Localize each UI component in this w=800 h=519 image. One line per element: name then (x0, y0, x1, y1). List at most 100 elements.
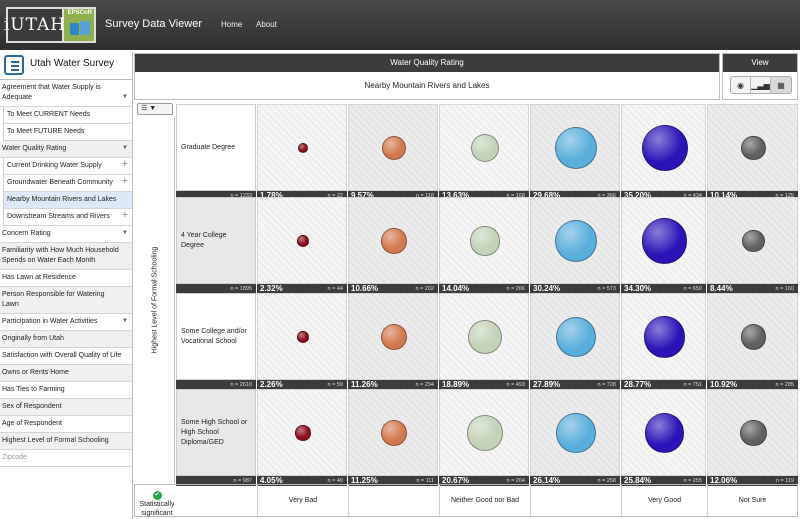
response-bubble[interactable] (740, 419, 767, 447)
expand-plus-icon[interactable]: + (122, 159, 128, 170)
check-icon: ✔ (152, 491, 162, 500)
sidebar-header: Utah Water Survey (0, 52, 132, 80)
response-bubble[interactable] (297, 331, 309, 343)
sidebar-item[interactable]: Groundwater Beneath Community + (3, 175, 132, 192)
sidebar-item[interactable]: Has Ties to Farming (0, 382, 132, 399)
bubble-cell[interactable] (621, 389, 706, 476)
chevron-down-icon[interactable]: ▼ (122, 92, 128, 102)
map-pin-icon[interactable]: ◉ (731, 77, 751, 93)
row-label: 4 Year College Degree (176, 197, 256, 284)
response-bubble[interactable] (740, 324, 767, 350)
bubble-cell[interactable] (257, 293, 347, 380)
sidebar-item-label: Participation in Water Activities (2, 318, 98, 325)
response-bubble[interactable] (554, 126, 598, 170)
sidebar-item[interactable]: Has Lawn at Residence (0, 270, 132, 287)
response-bubble[interactable] (470, 133, 500, 163)
sidebar-item[interactable]: Person Responsible for Watering Lawn (0, 287, 132, 314)
response-bubble[interactable] (470, 226, 500, 256)
bubble-cell[interactable] (530, 104, 620, 191)
sidebar-item[interactable]: To Meet CURRENT Needs (3, 107, 132, 124)
bubble-cell[interactable] (348, 104, 438, 191)
sidebar-item[interactable]: To Meet FUTURE Needs (3, 124, 132, 141)
sidebar-item-label: Nearby Mountain Rivers and Lakes (7, 196, 117, 203)
bubble-cell[interactable] (530, 293, 620, 380)
bubble-cell[interactable] (257, 197, 347, 284)
sidebar-item-label: Age of Respondent (2, 420, 62, 427)
sidebar-item-label: Originally from Utah (2, 335, 64, 342)
response-bubble[interactable] (380, 323, 407, 350)
sidebar-item-label: Concern Rating (2, 230, 51, 237)
response-bubble[interactable] (641, 125, 688, 171)
bubble-cell[interactable] (439, 293, 529, 380)
response-bubble[interactable] (741, 135, 766, 161)
chevron-down-icon[interactable]: ▼ (122, 228, 128, 238)
response-bubble[interactable] (297, 142, 309, 154)
sidebar-item[interactable]: Downstream Streams and Rivers + (3, 209, 132, 226)
epscor-badge: EPSCoR (64, 9, 94, 41)
significance-text: Statistically significant (139, 501, 175, 518)
sidebar-item[interactable]: Owns or Rents Home (0, 365, 132, 382)
response-bubble[interactable] (380, 419, 407, 446)
sidebar-item-label: Downstream Streams and Rivers (7, 213, 110, 220)
bubble-cell[interactable] (348, 389, 438, 476)
response-bubble[interactable] (555, 316, 597, 358)
bubble-cell[interactable] (621, 104, 706, 191)
bubble-cell[interactable] (257, 389, 347, 476)
expand-plus-icon[interactable]: + (122, 176, 128, 187)
response-bubble[interactable] (643, 316, 686, 358)
survey-document-icon (4, 55, 24, 75)
sidebar-item[interactable]: Agreement that Water Supply is Adequate ▼ (0, 80, 132, 107)
response-bubble[interactable] (382, 136, 406, 160)
bubble-cell[interactable] (439, 197, 529, 284)
significance-legend: ✔ Statistically significant (139, 491, 175, 518)
bubble-cell[interactable] (348, 293, 438, 380)
sidebar-item[interactable]: Sex of Respondent (0, 399, 132, 416)
response-bubble[interactable] (742, 229, 765, 253)
response-bubble[interactable] (556, 413, 596, 453)
bubble-cell[interactable] (257, 104, 347, 191)
chevron-down-icon[interactable]: ▼ (122, 316, 128, 326)
response-bubble[interactable] (641, 218, 688, 264)
response-bubble[interactable] (467, 415, 503, 451)
bubble-cell[interactable] (530, 197, 620, 284)
bubble-cell[interactable] (707, 293, 798, 380)
sidebar-item[interactable]: Familiarity with How Much Household Spen… (0, 243, 132, 270)
bubble-cell[interactable] (707, 104, 798, 191)
sidebar-item[interactable]: Water Quality Rating ▼ (0, 141, 132, 158)
sidebar-item[interactable]: Age of Respondent (0, 416, 132, 433)
sidebar-item[interactable]: Concern Rating ▼ (0, 226, 132, 243)
bubble-cell[interactable] (348, 197, 438, 284)
bar-chart-icon[interactable]: ▁▃▅ (751, 77, 771, 93)
grid-icon[interactable]: ▦ (771, 77, 791, 93)
sidebar-item[interactable]: Nearby Mountain Rivers and Lakes (3, 192, 132, 209)
expand-plus-icon[interactable]: + (122, 210, 128, 221)
response-bubble[interactable] (468, 320, 502, 354)
response-bubble[interactable] (297, 235, 309, 247)
bubble-cell[interactable] (530, 389, 620, 476)
sidebar-item-label: Water Quality Rating (2, 145, 67, 152)
bubble-cell[interactable] (439, 104, 529, 191)
response-bubble[interactable] (295, 425, 311, 441)
sidebar-item-label: To Meet CURRENT Needs (7, 111, 91, 118)
response-bubble[interactable] (554, 219, 598, 263)
bubble-cell[interactable] (621, 197, 706, 284)
sidebar-item[interactable]: Originally from Utah (0, 331, 132, 348)
nav-home-link[interactable]: Home (221, 20, 242, 29)
list-options-dropdown[interactable]: ☰ ▼ (137, 103, 173, 115)
iutah-logo[interactable]: iUTAH EPSCoR (4, 7, 96, 43)
bubble-cell[interactable] (621, 293, 706, 380)
bubble-cell[interactable] (707, 389, 798, 476)
sidebar-item[interactable]: Highest Level of Formal Schooling (0, 433, 132, 450)
bubble-cell[interactable] (707, 197, 798, 284)
bubble-cell[interactable] (439, 389, 529, 476)
response-bubble[interactable] (644, 413, 685, 453)
sidebar-item[interactable]: Zipcode (0, 450, 132, 467)
view-title: View (723, 54, 797, 72)
sidebar-item[interactable]: Participation in Water Activities ▼ (0, 314, 132, 331)
sidebar-item[interactable]: Current Drinking Water Supply + (3, 158, 132, 175)
nav-about-link[interactable]: About (256, 20, 277, 29)
response-bubble[interactable] (381, 228, 407, 254)
chevron-down-icon[interactable]: ▼ (122, 143, 128, 153)
sidebar-item[interactable]: Satisfaction with Overall Quality of Lif… (0, 348, 132, 365)
y-axis: Highest Level of Formal Schooling (135, 118, 175, 483)
